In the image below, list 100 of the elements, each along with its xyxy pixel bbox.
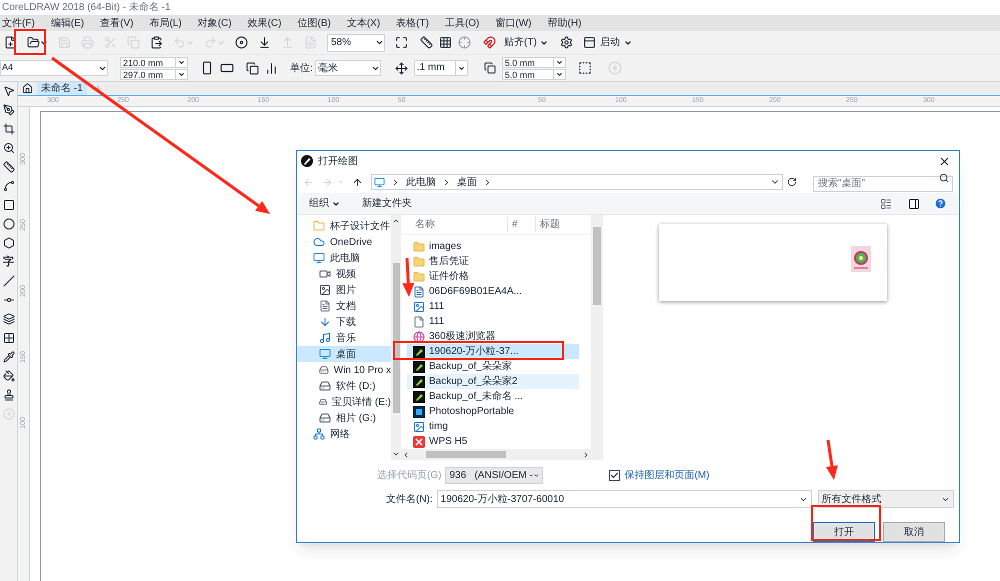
nav-item[interactable]: 网络 [297, 426, 391, 442]
bars-icon[interactable] [265, 62, 278, 74]
nav-item[interactable]: 相片 (G:) [297, 410, 391, 426]
scroll-down-icon[interactable] [392, 450, 400, 458]
snap-button[interactable]: 贴齐(T) [502, 35, 550, 50]
file-row[interactable]: 111 [407, 299, 579, 314]
search-field[interactable]: 搜索"桌面" [812, 176, 953, 192]
scrollbar-thumb[interactable] [392, 262, 400, 412]
column-header[interactable]: # [507, 217, 535, 232]
file-row[interactable]: Backup_of_朵朵家2 [407, 374, 579, 389]
column-header[interactable]: 标题 [535, 217, 575, 232]
keep-layers-checkbox[interactable] [609, 470, 620, 480]
menu-item[interactable]: 查看(V) [100, 16, 134, 30]
landscape-icon[interactable] [220, 61, 234, 75]
spin-down-icon[interactable] [458, 64, 465, 72]
column-header[interactable]: 名称 [401, 217, 507, 232]
text-tool[interactable]: 字 [3, 256, 14, 268]
address-bar[interactable]: 此电脑 桌面 [371, 174, 784, 190]
pointer-icon[interactable] [2, 85, 14, 97]
menu-item[interactable]: 表格(T) [396, 16, 429, 30]
nav-item[interactable]: 音乐 [297, 330, 391, 346]
eyedropper-icon[interactable] [2, 351, 14, 363]
line-icon[interactable] [2, 275, 14, 287]
scroll-left-icon[interactable] [402, 450, 410, 458]
file-row[interactable]: 证件价格 [407, 269, 579, 284]
nav-item[interactable]: 视频 [297, 266, 391, 282]
menu-item[interactable]: 窗口(W) [495, 16, 532, 30]
nav-item[interactable]: 图片 [297, 282, 391, 298]
filename-field[interactable]: 190620-万小粒-3707-60010 [436, 490, 812, 508]
nav-item[interactable]: 下载 [297, 314, 391, 330]
unit-select[interactable]: 毫米 [314, 60, 381, 76]
menu-item[interactable]: 效果(C) [248, 16, 282, 30]
scrollbar-thumb[interactable] [593, 227, 601, 305]
filetype-select[interactable]: 所有文件格式 [818, 490, 954, 508]
nav-item[interactable]: 桌面 [297, 346, 391, 362]
nav-item[interactable]: 宝贝详情 (E:) [297, 394, 391, 410]
offset-field[interactable]: 5.0 mm [502, 68, 566, 80]
polygon-icon[interactable] [2, 237, 14, 249]
scroll-up-icon[interactable] [392, 217, 400, 225]
ellipse-icon[interactable] [2, 218, 14, 230]
nav-item[interactable]: 文档 [297, 298, 391, 314]
size-field[interactable]: 210.0 mm [120, 56, 188, 68]
breadcrumb[interactable]: 桌面 [457, 174, 478, 190]
launch-button[interactable]: 启动 [582, 35, 632, 50]
menu-item[interactable]: 文件(F) [2, 16, 35, 30]
nav-item[interactable]: 此电脑 [297, 250, 391, 266]
shadow-icon[interactable] [2, 313, 14, 325]
transparency-icon[interactable] [2, 332, 14, 344]
cancel-button[interactable]: 取消 [883, 522, 945, 542]
zoom-combo[interactable]: 58% [327, 34, 385, 52]
view-icon[interactable] [880, 198, 892, 210]
grid-icon[interactable] [439, 36, 452, 49]
menu-item[interactable]: 文本(X) [346, 16, 380, 30]
nav-item[interactable]: OneDrive [297, 234, 391, 250]
scroll-right-icon[interactable] [582, 450, 590, 458]
pages-icon[interactable] [246, 62, 259, 74]
menu-item[interactable]: 布局(L) [149, 16, 182, 30]
stamp-icon[interactable] [2, 389, 14, 401]
nudge-field[interactable]: .1 mm [414, 60, 468, 76]
file-row[interactable]: 售后凭证 [407, 254, 579, 269]
menu-item[interactable]: 工具(O) [444, 16, 480, 30]
crop-icon[interactable] [2, 123, 14, 135]
settings-icon[interactable] [560, 36, 573, 49]
ruler-icon[interactable] [420, 36, 433, 49]
file-row[interactable]: PhotoshopPortable [407, 404, 579, 419]
page-size-select[interactable]: A4 [0, 60, 108, 76]
nav-item[interactable]: 软件 (D:) [297, 378, 391, 394]
fill-icon[interactable] [2, 370, 14, 382]
breadcrumb[interactable]: 此电脑 [406, 174, 436, 190]
scrollbar-thumb[interactable] [426, 451, 506, 458]
selection-icon[interactable] [578, 61, 592, 75]
open-button[interactable]: 打开 [813, 522, 875, 542]
keep-layers-label[interactable]: 保持图层和页面(M) [624, 468, 710, 482]
scrollbar-track[interactable] [391, 215, 401, 460]
shape-tool-icon[interactable] [2, 104, 14, 116]
document-tab[interactable]: 未命名 -1 [37, 82, 87, 95]
fullscreen-icon[interactable] [395, 36, 408, 49]
file-row[interactable]: WPS H5 [407, 434, 579, 449]
portrait-icon[interactable] [200, 61, 214, 75]
size-field[interactable]: 297.0 mm [120, 68, 188, 80]
close-icon[interactable] [938, 154, 951, 168]
zoom-icon[interactable] [2, 142, 14, 154]
file-row[interactable]: 06D6F69B01EA4A... [407, 284, 579, 299]
new-folder-button[interactable]: 新建文件夹 [362, 196, 412, 211]
refresh-icon[interactable] [787, 177, 797, 187]
freehand-icon[interactable] [2, 161, 14, 173]
rectangle-icon[interactable] [2, 199, 14, 211]
file-row[interactable]: 111 [407, 314, 579, 329]
menu-item[interactable]: 位图(B) [297, 16, 331, 30]
file-row[interactable]: timg [407, 419, 579, 434]
magnet-icon[interactable] [483, 36, 496, 49]
file-row[interactable]: 190620-万小粒-37... [407, 344, 579, 359]
menu-item[interactable]: 对象(C) [198, 16, 232, 30]
up-icon[interactable] [352, 176, 364, 188]
file-row[interactable]: 360极速浏览器 [407, 329, 579, 344]
help-icon[interactable] [934, 197, 947, 210]
file-row[interactable]: Backup_of_朵朵家 [407, 359, 579, 374]
preview-pane-icon[interactable] [908, 198, 920, 210]
nav-item[interactable]: 杯子设计文件 [297, 218, 391, 234]
menu-item[interactable]: 编辑(E) [50, 16, 84, 30]
